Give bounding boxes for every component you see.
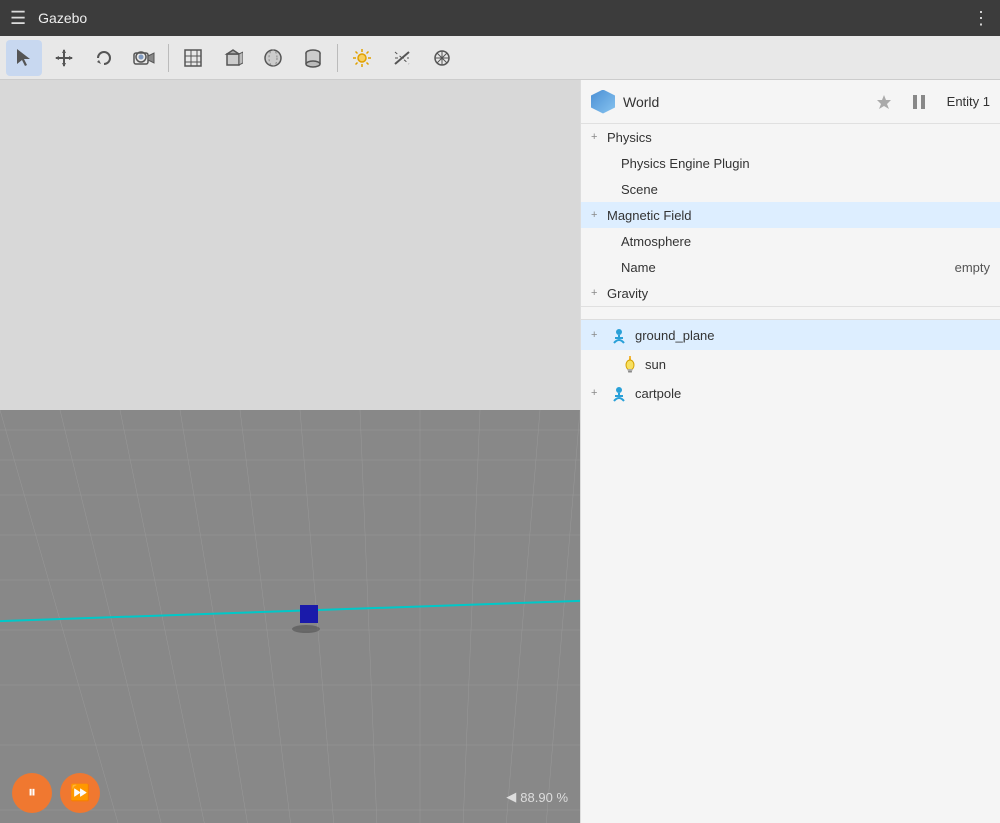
panel-header: World Entity 1 xyxy=(581,80,1000,124)
star-tool-button[interactable] xyxy=(424,40,460,76)
tree-scene[interactable]: Scene xyxy=(581,176,1000,202)
select-tool-button[interactable] xyxy=(6,40,42,76)
tree-expand-magnetic: + xyxy=(591,209,603,221)
tree-gravity[interactable]: + Gravity xyxy=(581,280,1000,306)
entity-icon-sun xyxy=(621,355,639,373)
entity-icon-cartpole xyxy=(609,383,629,403)
tree-physics-engine[interactable]: Physics Engine Plugin xyxy=(581,150,1000,176)
titlebar-left: ☰ Gazebo xyxy=(10,8,87,29)
panel-tree: + Physics Physics Engine Plugin Scene + … xyxy=(581,124,1000,307)
grid-tool-button[interactable] xyxy=(175,40,211,76)
entity-label: Entity 1 xyxy=(947,94,990,109)
right-panel: World Entity 1 + Physics Physics xyxy=(580,80,1000,823)
entity-expand-ground: + xyxy=(591,329,603,341)
box-shadow xyxy=(292,625,320,633)
rotate-tool-button[interactable] xyxy=(86,40,122,76)
world-icon xyxy=(591,90,615,114)
zoom-indicator: ◀ 88.90 % xyxy=(506,789,568,805)
toolbar-separator-2 xyxy=(337,44,338,72)
tree-label-gravity: Gravity xyxy=(607,286,648,301)
box-tool-button[interactable] xyxy=(215,40,251,76)
titlebar: ☰ Gazebo ⋮ xyxy=(0,0,1000,36)
tree-name[interactable]: Name empty xyxy=(581,254,1000,280)
zoom-value: 88.90 % xyxy=(520,790,568,805)
main-area: ⏸ ⏩ ◀ 88.90 % World Entity 1 xyxy=(0,80,1000,823)
pin-icon[interactable] xyxy=(875,93,893,111)
entity-ground-plane[interactable]: + ground_plane xyxy=(581,320,1000,350)
lines-tool-button[interactable] xyxy=(384,40,420,76)
tree-atmosphere[interactable]: Atmosphere xyxy=(581,228,1000,254)
app-title: Gazebo xyxy=(38,10,87,26)
tree-magnetic-field[interactable]: + Magnetic Field xyxy=(581,202,1000,228)
entity-label-sun: sun xyxy=(645,357,666,372)
toolbar xyxy=(0,36,1000,80)
entity-label-ground-plane: ground_plane xyxy=(635,328,715,343)
viewport-sky xyxy=(0,80,580,410)
tree-value-name: empty xyxy=(955,260,990,275)
entity-cartpole[interactable]: + cartpole xyxy=(581,378,1000,408)
panel-pause-icon[interactable] xyxy=(909,92,929,112)
tree-expand-gravity: + xyxy=(591,287,603,299)
entity-expand-cartpole: + xyxy=(591,387,603,399)
tree-label-physics-engine: Physics Engine Plugin xyxy=(621,156,750,171)
tree-expand-physics: + xyxy=(591,131,603,143)
more-icon[interactable]: ⋮ xyxy=(972,8,990,29)
fast-forward-button[interactable]: ⏩ xyxy=(60,773,100,813)
cylinder-tool-button[interactable] xyxy=(295,40,331,76)
translate-tool-button[interactable] xyxy=(46,40,82,76)
viewport[interactable]: ⏸ ⏩ ◀ 88.90 % xyxy=(0,80,580,823)
tree-label-name: Name xyxy=(621,260,656,275)
tree-label-atmosphere: Atmosphere xyxy=(621,234,691,249)
sphere-tool-button[interactable] xyxy=(255,40,291,76)
menu-icon[interactable]: ☰ xyxy=(10,8,26,29)
viewport-ground xyxy=(0,410,580,823)
entity-label-cartpole: cartpole xyxy=(635,386,681,401)
light-tool-button[interactable] xyxy=(344,40,380,76)
tree-physics[interactable]: + Physics xyxy=(581,124,1000,150)
entities-section: + ground_plane xyxy=(581,307,1000,823)
entity-sun[interactable]: sun xyxy=(581,350,1000,378)
tree-label-magnetic: Magnetic Field xyxy=(607,208,692,223)
viewport-controls: ⏸ ⏩ xyxy=(12,773,100,813)
camera-tool-button[interactable] xyxy=(126,40,162,76)
zoom-arrow: ◀ xyxy=(506,789,516,805)
entity-icon-ground-plane xyxy=(609,325,629,345)
tree-label-scene: Scene xyxy=(621,182,658,197)
pause-button[interactable]: ⏸ xyxy=(12,773,52,813)
blue-box-object xyxy=(300,605,318,623)
tree-label-physics: Physics xyxy=(607,130,652,145)
world-label: World xyxy=(623,94,741,110)
toolbar-separator-1 xyxy=(168,44,169,72)
